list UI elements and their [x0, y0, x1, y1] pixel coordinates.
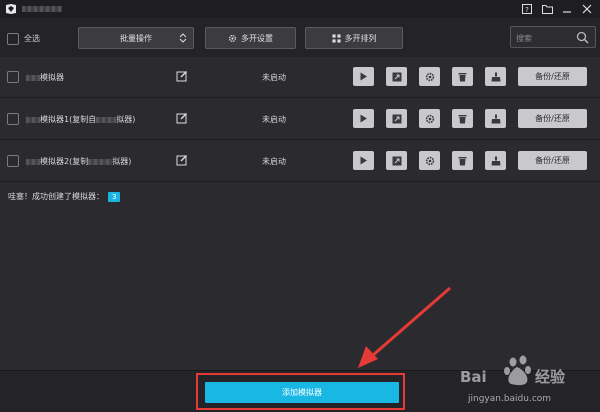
- watermark-url: jingyan.baidu.com: [468, 394, 552, 404]
- annotation-highlight-box: [196, 373, 405, 410]
- svg-text:经验: 经验: [535, 368, 566, 386]
- svg-text:Bai: Bai: [460, 368, 487, 386]
